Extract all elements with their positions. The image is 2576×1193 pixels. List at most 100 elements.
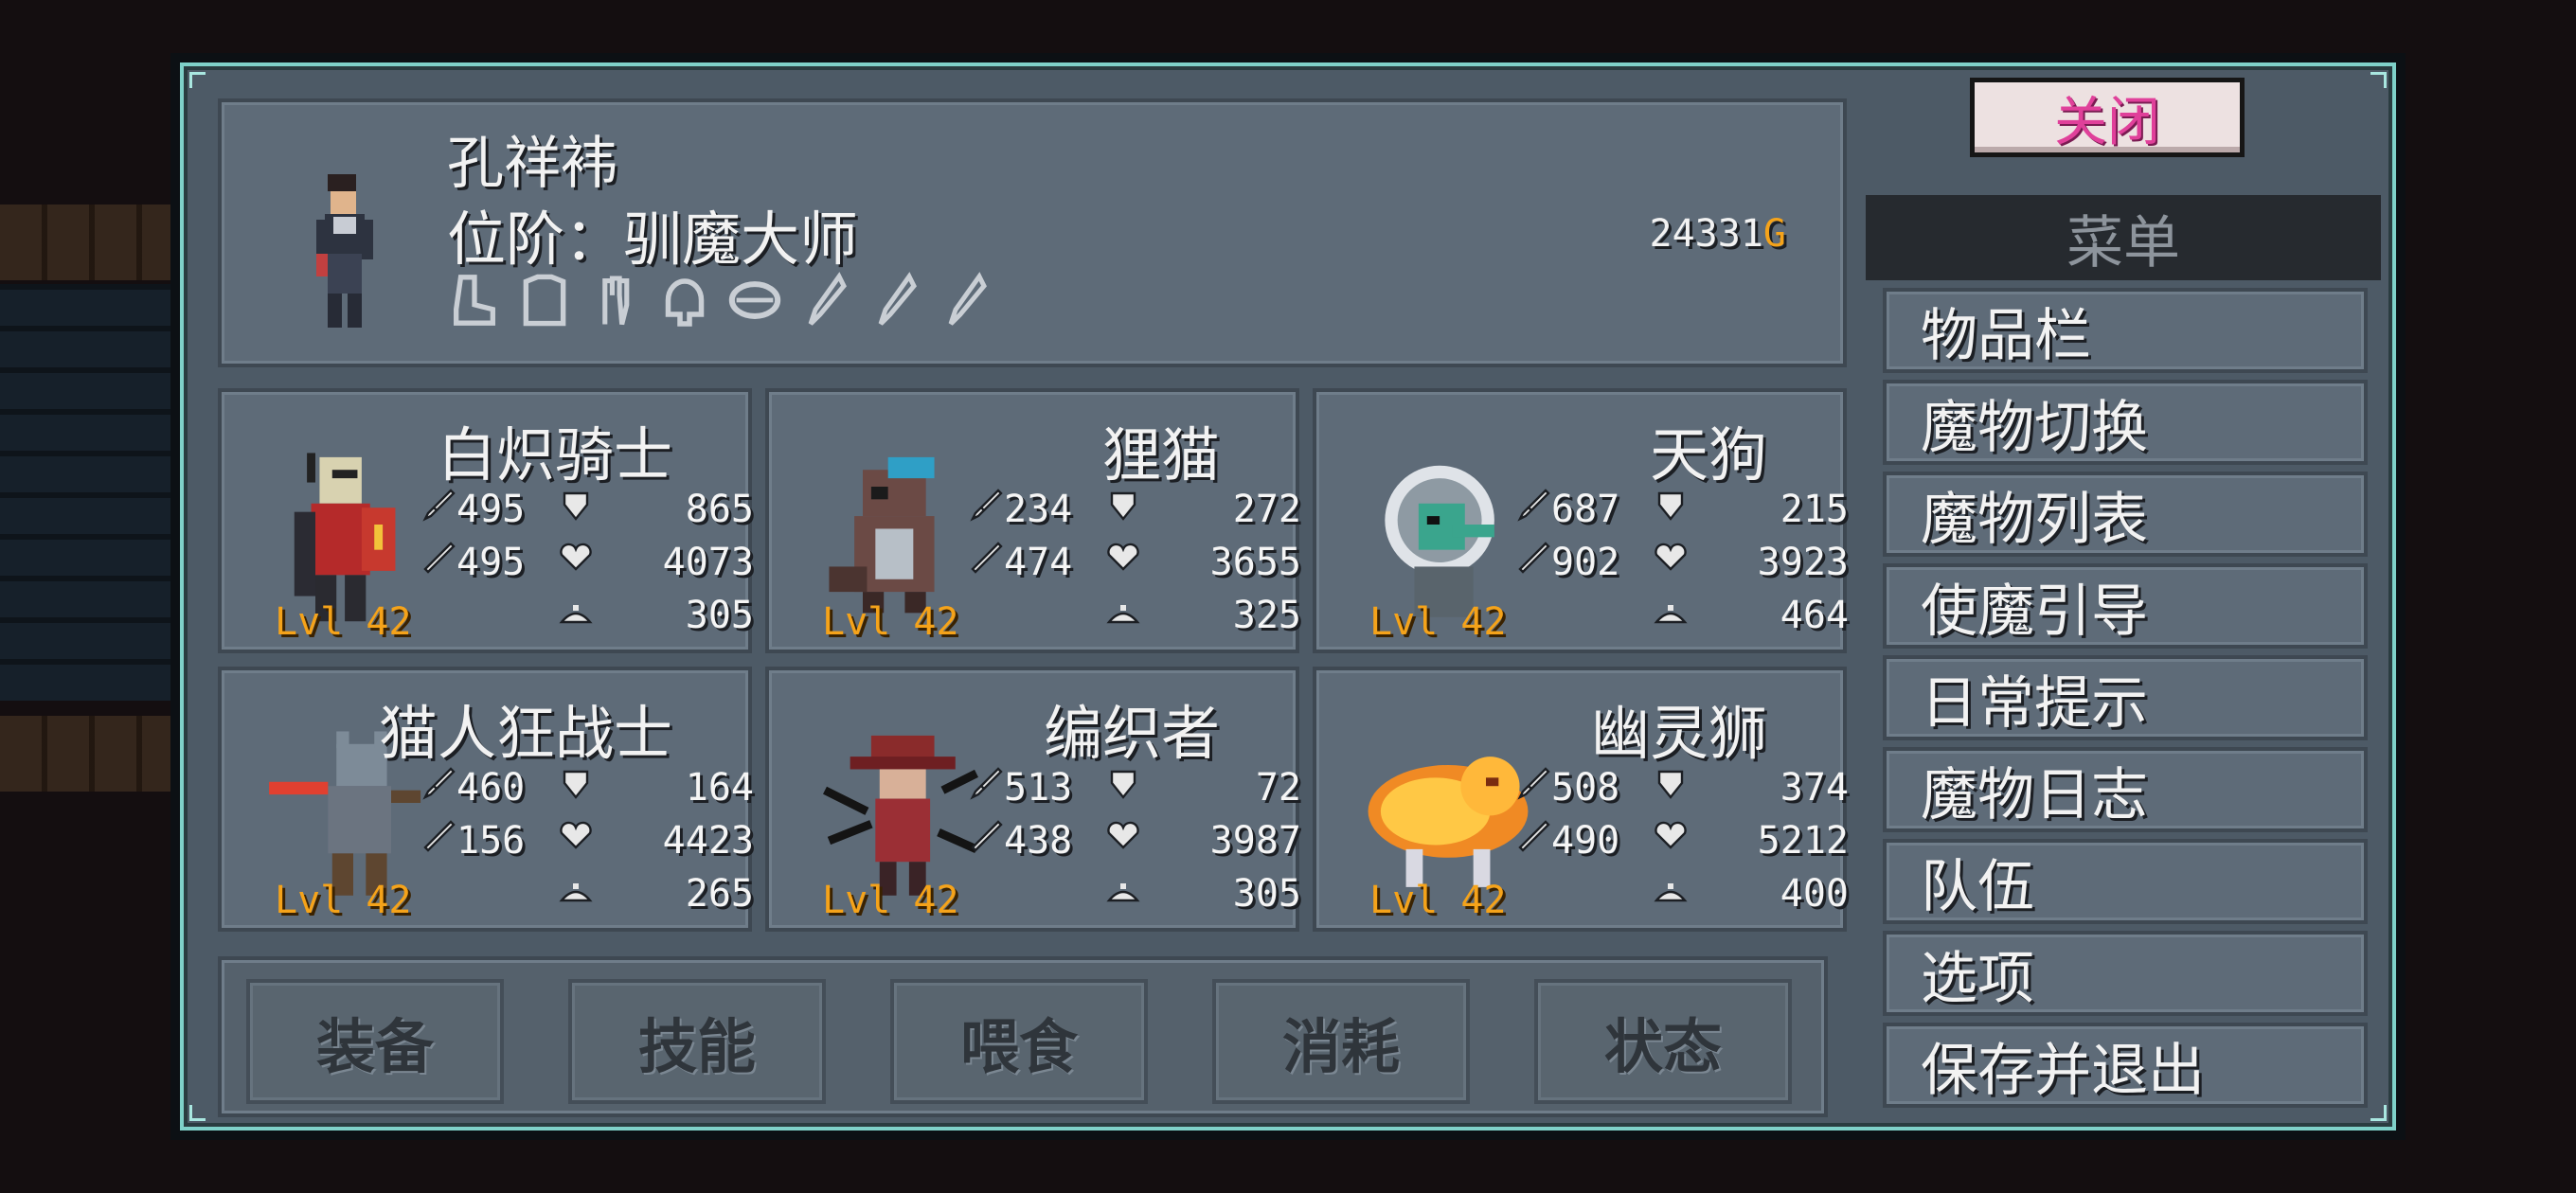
background-dungeon-wall: [0, 284, 189, 701]
glove-icon[interactable]: [585, 269, 644, 331]
menu-item-options[interactable]: 选项: [1883, 931, 2368, 1016]
attack-icon: [422, 488, 456, 531]
monster-level: Lvl 42: [1369, 879, 1507, 922]
mana-value: 305: [685, 594, 754, 637]
health-icon: [1106, 541, 1140, 584]
mana-icon: [1654, 594, 1688, 637]
magic-icon: [970, 541, 1004, 584]
attack-icon: [1517, 488, 1551, 531]
menu-header: 菜单: [1866, 195, 2381, 280]
defense-value: 164: [685, 766, 754, 810]
menu-item-daily-tips[interactable]: 日常提示: [1883, 655, 2368, 740]
attack-icon: [422, 766, 456, 810]
close-button[interactable]: 关闭: [1970, 78, 2245, 157]
party-menu-panel: 孔祥袆 位阶：驯魔大师 24331G 白炽骑士 495 865 495 4073 305 L…: [180, 62, 2396, 1131]
monster-level: Lvl 42: [1369, 600, 1507, 644]
defense-value: 374: [1780, 766, 1849, 810]
menu-item-party[interactable]: 队伍: [1883, 839, 2368, 924]
monster-name: 编织者: [1043, 699, 1220, 768]
health-value: 5212: [1757, 819, 1849, 863]
defense-icon: [1106, 488, 1140, 531]
defense-icon: [1654, 766, 1688, 810]
magic-icon: [422, 819, 456, 863]
monster-name: 白炽骑士: [437, 420, 672, 490]
menu-item-familiar-guide[interactable]: 使魔引导: [1883, 563, 2368, 649]
attack-icon: [970, 488, 1004, 531]
health-icon: [559, 541, 593, 584]
menu-item-monster-switch[interactable]: 魔物切换: [1883, 380, 2368, 465]
health-icon: [1654, 541, 1688, 584]
monster-card[interactable]: 编织者 513 72 438 3987 305 Lvl 42: [765, 667, 1301, 932]
health-icon: [1654, 819, 1688, 863]
health-value: 3923: [1757, 541, 1849, 584]
attack-icon: [970, 766, 1004, 810]
attack-value: 460: [456, 766, 526, 810]
mana-icon: [1106, 594, 1140, 637]
player-info-box: 孔祥袆 位阶：驯魔大师 24331G: [218, 98, 1847, 367]
monster-name: 天狗: [1649, 420, 1767, 490]
status-button[interactable]: 状态: [1534, 979, 1792, 1104]
monster-name: 狸猫: [1101, 420, 1220, 490]
gold-amount: 24331: [1649, 212, 1763, 256]
menu-item-monster-list[interactable]: 魔物列表: [1883, 472, 2368, 557]
background-bricks-top: [0, 205, 189, 280]
panel-corner: [2370, 1105, 2387, 1121]
attack-value: 513: [1004, 766, 1073, 810]
defense-icon: [1654, 488, 1688, 531]
menu-item-save-quit[interactable]: 保存并退出: [1883, 1023, 2368, 1108]
defense-value: 865: [685, 488, 754, 531]
gold-unit: G: [1762, 212, 1786, 256]
monster-level: Lvl 42: [822, 879, 959, 922]
panel-corner: [2370, 72, 2387, 88]
health-icon: [559, 819, 593, 863]
mana-value: 265: [685, 872, 754, 916]
mana-icon: [559, 872, 593, 916]
health-value: 3987: [1209, 819, 1301, 863]
mana-value: 464: [1780, 594, 1849, 637]
defense-icon: [559, 766, 593, 810]
mana-icon: [1106, 872, 1140, 916]
skills-button[interactable]: 技能: [568, 979, 826, 1104]
monster-card[interactable]: 白炽骑士 495 865 495 4073 305 Lvl 42: [218, 388, 754, 653]
boot-icon[interactable]: [445, 269, 504, 331]
helmet-icon[interactable]: [655, 269, 714, 331]
feather-icon[interactable]: [866, 269, 924, 331]
attack-value: 687: [1551, 488, 1620, 531]
equipment-slots: [445, 269, 994, 331]
health-value: 4423: [662, 819, 754, 863]
defense-value: 215: [1780, 488, 1849, 531]
magic-icon: [970, 819, 1004, 863]
monster-level: Lvl 42: [822, 600, 959, 644]
menu-item-monster-journal[interactable]: 魔物日志: [1883, 747, 2368, 832]
mana-icon: [559, 594, 593, 637]
feather-icon[interactable]: [796, 269, 854, 331]
monster-card[interactable]: 猫人狂战士 460 164 156 4423 265 Lvl 42: [218, 667, 754, 932]
magic-icon: [1517, 819, 1551, 863]
monster-name: 幽灵狮: [1590, 699, 1767, 768]
chest-armor-icon[interactable]: [515, 269, 574, 331]
equip-button[interactable]: 装备: [246, 979, 504, 1104]
feather-icon[interactable]: [936, 269, 994, 331]
monster-card[interactable]: 狸猫 234 272 474 3655 325 Lvl 42: [765, 388, 1301, 653]
panel-corner: [189, 72, 206, 88]
health-value: 3655: [1209, 541, 1301, 584]
magic-icon: [1517, 541, 1551, 584]
ring-icon[interactable]: [725, 269, 784, 331]
action-bar: 装备 技能 喂食 消耗 状态: [218, 956, 1828, 1117]
monster-card[interactable]: 天狗 687 215 902 3923 464 Lvl 42: [1313, 388, 1849, 653]
magic-value: 495: [456, 541, 526, 584]
health-icon: [1106, 819, 1140, 863]
defense-value: 272: [1232, 488, 1301, 531]
monster-level: Lvl 42: [275, 879, 412, 922]
menu-item-inventory[interactable]: 物品栏: [1883, 288, 2368, 373]
player-name: 孔祥袆: [447, 131, 617, 197]
player-rank: 位阶：驯魔大师: [447, 205, 859, 274]
feed-button[interactable]: 喂食: [890, 979, 1148, 1104]
magic-value: 438: [1004, 819, 1073, 863]
monster-card[interactable]: 幽灵狮 508 374 490 5212 400 Lvl 42: [1313, 667, 1849, 932]
background-bricks-bottom: [0, 716, 189, 792]
defense-icon: [1106, 766, 1140, 810]
health-value: 4073: [662, 541, 754, 584]
consume-button[interactable]: 消耗: [1212, 979, 1470, 1104]
attack-icon: [1517, 766, 1551, 810]
